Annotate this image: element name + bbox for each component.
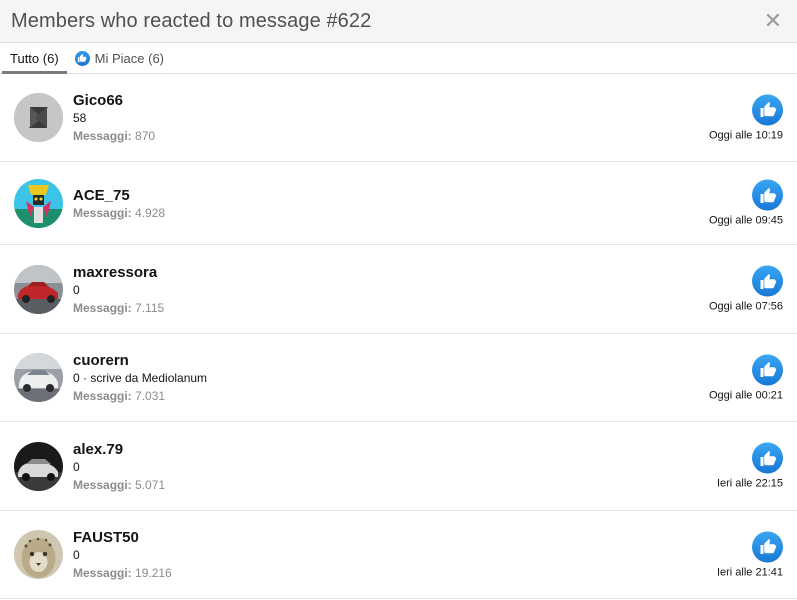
tab-like[interactable]: Mi Piace (6) bbox=[67, 43, 172, 73]
member-info: maxressora 0 Messaggi: 7.115 bbox=[73, 264, 783, 315]
user-title: 0 bbox=[73, 548, 80, 562]
message-count: Messaggi: 7.031 bbox=[73, 389, 783, 403]
username[interactable]: ACE_75 bbox=[73, 187, 783, 204]
list-item: maxressora 0 Messaggi: 7.115 Oggi alle 0… bbox=[0, 245, 797, 334]
like-icon bbox=[752, 531, 783, 562]
list-item: cuorern 0 · scrive da Mediolanum Messagg… bbox=[0, 334, 797, 422]
reactions-overlay: Members who reacted to message #622 ✕ Tu… bbox=[0, 0, 797, 600]
list-item: Gico66 58 Messaggi: 870 Oggi alle 10:19 bbox=[0, 74, 797, 162]
message-count-value: 4.928 bbox=[135, 205, 166, 220]
message-count: Messaggi: 19.216 bbox=[73, 566, 783, 580]
message-count-label: Messaggi: bbox=[73, 389, 132, 403]
reaction: Oggi alle 00:21 bbox=[709, 354, 783, 401]
message-count-value: 19.216 bbox=[135, 566, 172, 580]
message-count: Messaggi: 4.928 bbox=[73, 206, 783, 220]
member-info: FAUST50 0 Messaggi: 19.216 bbox=[73, 529, 783, 580]
overlay-header: Members who reacted to message #622 ✕ bbox=[0, 0, 797, 43]
avatar[interactable] bbox=[14, 353, 63, 402]
user-title: 58 bbox=[73, 111, 87, 125]
username[interactable]: maxressora bbox=[73, 264, 783, 281]
message-count-value: 7.115 bbox=[135, 300, 165, 315]
user-title: 0 · scrive da Mediolanum bbox=[73, 371, 208, 385]
avatar[interactable] bbox=[14, 178, 63, 228]
username[interactable]: FAUST50 bbox=[73, 529, 783, 546]
reaction: Ieri alle 22:15 bbox=[716, 442, 783, 490]
message-count-label: Messaggi: bbox=[73, 300, 132, 315]
list-item: alex.79 0 Messaggi: 5.071 Ieri alle 22:1… bbox=[0, 422, 797, 511]
black-white-car-avatar bbox=[14, 441, 63, 491]
username[interactable]: alex.79 bbox=[73, 441, 783, 458]
reaction: Oggi alle 07:56 bbox=[709, 265, 783, 313]
overlay-title: Members who reacted to message #622 bbox=[11, 9, 372, 32]
white-car-avatar bbox=[14, 353, 63, 402]
suzuki-logo-avatar bbox=[14, 93, 63, 142]
message-count-label: Messaggi: bbox=[73, 477, 132, 492]
username[interactable]: Gico66 bbox=[73, 92, 783, 109]
like-icon bbox=[752, 265, 783, 297]
tab-all-label: Tutto (6) bbox=[10, 50, 59, 66]
list-item: ACE_75 Messaggi: 4.928 Oggi alle 09:45 bbox=[0, 162, 797, 245]
message-count: Messaggi: 870 bbox=[73, 129, 783, 143]
robot-avatar bbox=[14, 178, 63, 228]
close-icon[interactable]: ✕ bbox=[761, 9, 785, 33]
reaction-time: Oggi alle 00:21 bbox=[709, 389, 783, 401]
message-count-value: 870 bbox=[135, 129, 156, 143]
message-count-value: 5.071 bbox=[135, 477, 166, 492]
member-info: ACE_75 Messaggi: 4.928 bbox=[73, 187, 783, 220]
reaction: Ieri alle 21:41 bbox=[717, 531, 783, 578]
tab-all[interactable]: Tutto (6) bbox=[2, 43, 67, 74]
reaction-time: Ieri alle 21:41 bbox=[716, 566, 783, 578]
member-info: alex.79 0 Messaggi: 5.071 bbox=[73, 441, 783, 492]
reaction-time: Oggi alle 07:56 bbox=[709, 300, 783, 313]
reaction-time: Oggi alle 10:19 bbox=[709, 129, 783, 141]
avatar[interactable] bbox=[14, 441, 63, 491]
reaction: Oggi alle 09:45 bbox=[709, 179, 783, 227]
red-car-avatar bbox=[14, 264, 63, 314]
username[interactable]: cuorern bbox=[73, 352, 783, 369]
avatar[interactable] bbox=[14, 264, 63, 314]
reaction-time: Ieri alle 22:15 bbox=[716, 477, 783, 490]
leopard-avatar bbox=[14, 530, 63, 579]
list-item: FAUST50 0 Messaggi: 19.216 Ieri alle 21:… bbox=[0, 511, 797, 599]
like-icon bbox=[752, 442, 783, 474]
message-count-label: Messaggi: bbox=[73, 129, 132, 143]
member-info: Gico66 58 Messaggi: 870 bbox=[73, 92, 783, 143]
user-title: 0 bbox=[73, 282, 80, 297]
user-title: 0 bbox=[73, 459, 80, 474]
avatar[interactable] bbox=[14, 530, 63, 579]
like-icon bbox=[74, 50, 90, 66]
like-icon bbox=[752, 354, 783, 385]
member-list: Gico66 58 Messaggi: 870 Oggi alle 10:19 bbox=[0, 74, 797, 599]
message-count-label: Messaggi: bbox=[73, 205, 132, 220]
like-icon bbox=[752, 179, 783, 211]
avatar[interactable] bbox=[14, 93, 63, 142]
reaction: Oggi alle 10:19 bbox=[709, 94, 783, 141]
message-count-label: Messaggi: bbox=[73, 566, 132, 580]
tab-like-label: Mi Piace (6) bbox=[94, 50, 165, 66]
reaction-time: Oggi alle 09:45 bbox=[709, 214, 783, 227]
member-info: cuorern 0 · scrive da Mediolanum Messagg… bbox=[73, 352, 783, 403]
reaction-tabs: Tutto (6) Mi Piace (6) bbox=[0, 43, 797, 74]
message-count-value: 7.031 bbox=[135, 389, 166, 403]
message-count: Messaggi: 5.071 bbox=[73, 478, 783, 492]
like-icon bbox=[752, 94, 783, 125]
message-count: Messaggi: 7.115 bbox=[73, 301, 783, 315]
